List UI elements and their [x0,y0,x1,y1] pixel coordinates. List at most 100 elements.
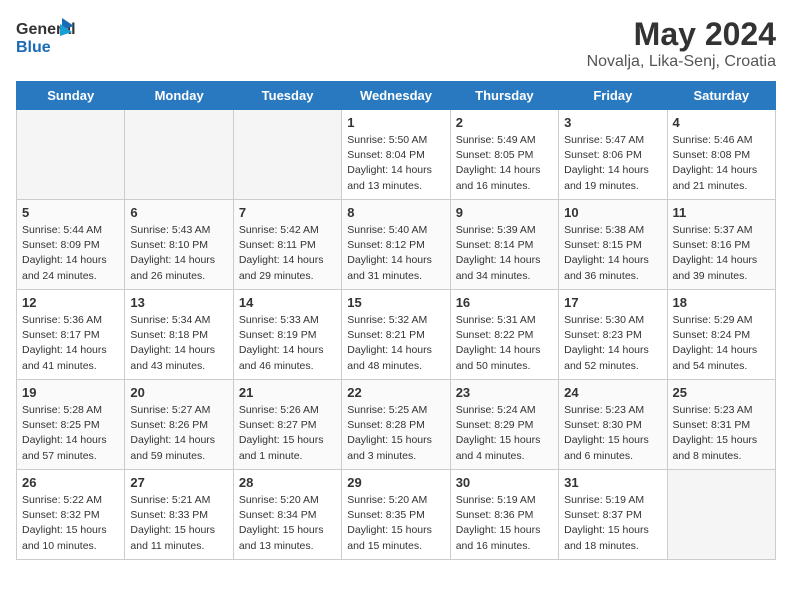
calendar-cell: 24 Sunrise: 5:23 AM Sunset: 8:30 PM Dayli… [559,380,667,470]
day-info: Sunrise: 5:40 AM Sunset: 8:12 PM Dayligh… [347,223,444,284]
day-number: 16 [456,295,553,310]
calendar-cell: 8 Sunrise: 5:40 AM Sunset: 8:12 PM Daylig… [342,200,450,290]
day-number: 8 [347,205,444,220]
calendar-week-4: 19 Sunrise: 5:28 AM Sunset: 8:25 PM Dayli… [17,380,776,470]
day-info: Sunrise: 5:19 AM Sunset: 8:37 PM Dayligh… [564,493,661,554]
day-number: 9 [456,205,553,220]
day-info: Sunrise: 5:43 AM Sunset: 8:10 PM Dayligh… [130,223,227,284]
calendar-cell: 18 Sunrise: 5:29 AM Sunset: 8:24 PM Dayli… [667,290,775,380]
day-info: Sunrise: 5:20 AM Sunset: 8:35 PM Dayligh… [347,493,444,554]
day-number: 28 [239,475,336,490]
calendar-cell: 28 Sunrise: 5:20 AM Sunset: 8:34 PM Dayli… [233,470,341,560]
day-number: 5 [22,205,119,220]
day-info: Sunrise: 5:26 AM Sunset: 8:27 PM Dayligh… [239,403,336,464]
day-number: 22 [347,385,444,400]
day-number: 31 [564,475,661,490]
day-number: 14 [239,295,336,310]
day-number: 6 [130,205,227,220]
calendar-cell [17,110,125,200]
day-number: 29 [347,475,444,490]
day-info: Sunrise: 5:39 AM Sunset: 8:14 PM Dayligh… [456,223,553,284]
calendar-cell: 6 Sunrise: 5:43 AM Sunset: 8:10 PM Daylig… [125,200,233,290]
weekday-header-sunday: Sunday [17,82,125,110]
weekday-header-monday: Monday [125,82,233,110]
day-number: 19 [22,385,119,400]
day-info: Sunrise: 5:23 AM Sunset: 8:30 PM Dayligh… [564,403,661,464]
logo-icon: GeneralBlue [16,16,76,58]
calendar-cell: 13 Sunrise: 5:34 AM Sunset: 8:18 PM Dayli… [125,290,233,380]
day-number: 27 [130,475,227,490]
calendar-cell: 1 Sunrise: 5:50 AM Sunset: 8:04 PM Daylig… [342,110,450,200]
calendar-cell: 10Sunrise: 5:38 AM Sunset: 8:15 PM Dayli… [559,200,667,290]
calendar-cell [125,110,233,200]
calendar-cell: 30 Sunrise: 5:19 AM Sunset: 8:36 PM Dayli… [450,470,558,560]
day-info: Sunrise: 5:19 AM Sunset: 8:36 PM Dayligh… [456,493,553,554]
day-info: Sunrise: 5:29 AM Sunset: 8:24 PM Dayligh… [673,313,770,374]
calendar-cell [667,470,775,560]
day-info: Sunrise: 5:36 AM Sunset: 8:17 PM Dayligh… [22,313,119,374]
calendar-cell: 29 Sunrise: 5:20 AM Sunset: 8:35 PM Dayli… [342,470,450,560]
day-info: Sunrise: 5:42 AM Sunset: 8:11 PM Dayligh… [239,223,336,284]
svg-text:Blue: Blue [16,39,51,56]
day-number: 20 [130,385,227,400]
calendar-cell: 23Sunrise: 5:24 AM Sunset: 8:29 PM Dayli… [450,380,558,470]
calendar-cell: 16 Sunrise: 5:31 AM Sunset: 8:22 PM Dayli… [450,290,558,380]
weekday-header-friday: Friday [559,82,667,110]
day-number: 15 [347,295,444,310]
day-info: Sunrise: 5:25 AM Sunset: 8:28 PM Dayligh… [347,403,444,464]
calendar-cell: 3Sunrise: 5:47 AM Sunset: 8:06 PM Daylig… [559,110,667,200]
calendar-cell: 31 Sunrise: 5:19 AM Sunset: 8:37 PM Dayli… [559,470,667,560]
calendar-table: SundayMondayTuesdayWednesdayThursdayFrid… [16,81,776,560]
weekday-header-saturday: Saturday [667,82,775,110]
calendar-cell: 26 Sunrise: 5:22 AM Sunset: 8:32 PM Dayli… [17,470,125,560]
weekday-header-thursday: Thursday [450,82,558,110]
day-info: Sunrise: 5:50 AM Sunset: 8:04 PM Dayligh… [347,133,444,194]
day-number: 1 [347,115,444,130]
day-number: 3 [564,115,661,130]
day-number: 4 [673,115,770,130]
day-info: Sunrise: 5:49 AM Sunset: 8:05 PM Dayligh… [456,133,553,194]
calendar-cell: 14 Sunrise: 5:33 AM Sunset: 8:19 PM Dayli… [233,290,341,380]
calendar-cell: 25Sunrise: 5:23 AM Sunset: 8:31 PM Dayli… [667,380,775,470]
calendar-cell: 22 Sunrise: 5:25 AM Sunset: 8:28 PM Dayli… [342,380,450,470]
month-title: May 2024 [587,16,776,53]
calendar-cell [233,110,341,200]
day-number: 13 [130,295,227,310]
day-number: 26 [22,475,119,490]
calendar-cell: 20 Sunrise: 5:27 AM Sunset: 8:26 PM Dayli… [125,380,233,470]
day-number: 10 [564,205,661,220]
day-info: Sunrise: 5:37 AM Sunset: 8:16 PM Dayligh… [673,223,770,284]
day-number: 30 [456,475,553,490]
calendar-cell: 11 Sunrise: 5:37 AM Sunset: 8:16 PM Dayli… [667,200,775,290]
calendar-cell: 27 Sunrise: 5:21 AM Sunset: 8:33 PM Dayli… [125,470,233,560]
day-info: Sunrise: 5:32 AM Sunset: 8:21 PM Dayligh… [347,313,444,374]
calendar-cell: 5 Sunrise: 5:44 AM Sunset: 8:09 PM Daylig… [17,200,125,290]
weekday-header-tuesday: Tuesday [233,82,341,110]
calendar-cell: 9 Sunrise: 5:39 AM Sunset: 8:14 PM Daylig… [450,200,558,290]
logo: GeneralBlue [16,16,76,58]
weekday-header-wednesday: Wednesday [342,82,450,110]
day-number: 21 [239,385,336,400]
day-info: Sunrise: 5:21 AM Sunset: 8:33 PM Dayligh… [130,493,227,554]
calendar-cell: 2 Sunrise: 5:49 AM Sunset: 8:05 PM Daylig… [450,110,558,200]
day-info: Sunrise: 5:34 AM Sunset: 8:18 PM Dayligh… [130,313,227,374]
day-number: 17 [564,295,661,310]
day-info: Sunrise: 5:20 AM Sunset: 8:34 PM Dayligh… [239,493,336,554]
day-number: 18 [673,295,770,310]
day-info: Sunrise: 5:44 AM Sunset: 8:09 PM Dayligh… [22,223,119,284]
day-info: Sunrise: 5:31 AM Sunset: 8:22 PM Dayligh… [456,313,553,374]
day-info: Sunrise: 5:46 AM Sunset: 8:08 PM Dayligh… [673,133,770,194]
day-number: 2 [456,115,553,130]
day-number: 24 [564,385,661,400]
calendar-cell: 4 Sunrise: 5:46 AM Sunset: 8:08 PM Daylig… [667,110,775,200]
day-info: Sunrise: 5:27 AM Sunset: 8:26 PM Dayligh… [130,403,227,464]
day-info: Sunrise: 5:22 AM Sunset: 8:32 PM Dayligh… [22,493,119,554]
day-info: Sunrise: 5:23 AM Sunset: 8:31 PM Dayligh… [673,403,770,464]
day-info: Sunrise: 5:33 AM Sunset: 8:19 PM Dayligh… [239,313,336,374]
day-number: 11 [673,205,770,220]
calendar-cell: 15 Sunrise: 5:32 AM Sunset: 8:21 PM Dayli… [342,290,450,380]
calendar-cell: 12Sunrise: 5:36 AM Sunset: 8:17 PM Dayli… [17,290,125,380]
calendar-week-2: 5 Sunrise: 5:44 AM Sunset: 8:09 PM Daylig… [17,200,776,290]
day-info: Sunrise: 5:30 AM Sunset: 8:23 PM Dayligh… [564,313,661,374]
day-info: Sunrise: 5:28 AM Sunset: 8:25 PM Dayligh… [22,403,119,464]
